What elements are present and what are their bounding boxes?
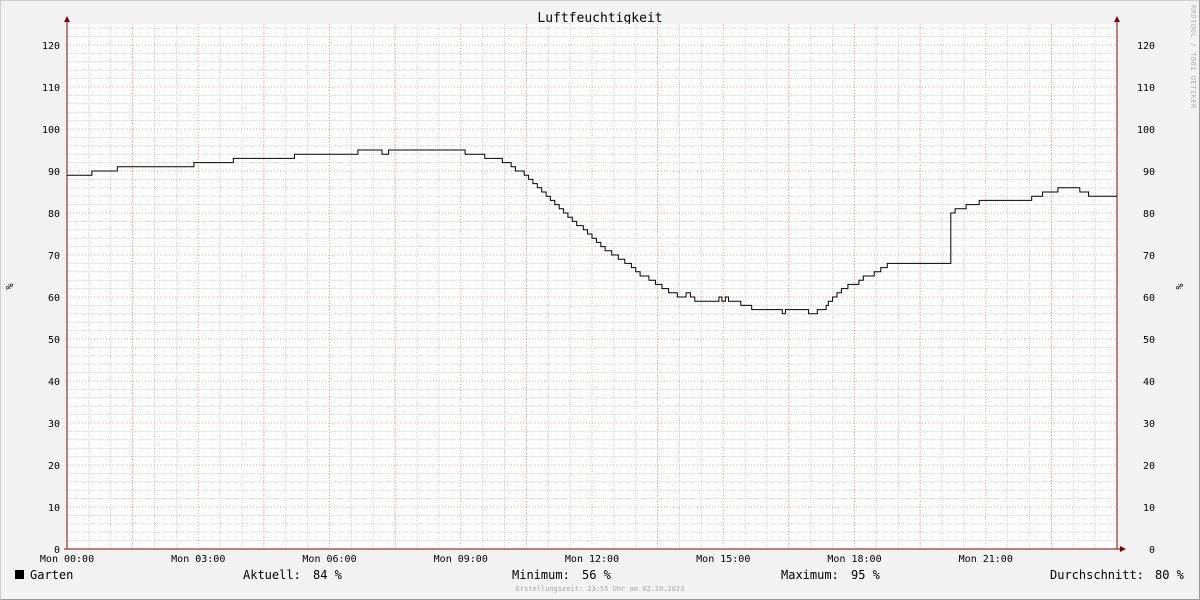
x-tick-label: Mon 15:00 (696, 554, 750, 565)
y-tick-label-left: 100 (42, 125, 60, 136)
x-tick-label: Mon 06:00 (302, 554, 356, 565)
y-tick-label-left: 20 (48, 461, 60, 472)
y-tick-label-left: 120 (42, 41, 60, 52)
x-axis-arrow (1120, 546, 1126, 552)
y-axis-left-arrow (64, 16, 70, 22)
y-tick-label-left: 30 (48, 419, 60, 430)
x-tick-label: Mon 12:00 (565, 554, 619, 565)
y-tick-label-right: 50 (1143, 335, 1155, 346)
x-tick-label: Mon 21:00 (959, 554, 1013, 565)
y-tick-label-left: 50 (48, 335, 60, 346)
y-tick-label-right: 30 (1143, 419, 1155, 430)
legend-min-label: Minimum: (512, 568, 570, 582)
legend-avg-value: 80 % (1155, 568, 1184, 582)
y-tick-label-right: 120 (1137, 41, 1155, 52)
legend-row: Garten Aktuell: 84 % Minimum: 56 % Maxim… (0, 568, 1200, 584)
y-tick-label-right: 60 (1143, 293, 1155, 304)
y-tick-label-right: 110 (1137, 83, 1155, 94)
y-tick-label-right: 90 (1143, 167, 1155, 178)
x-tick-label: Mon 18:00 (827, 554, 881, 565)
y-tick-label-right: 20 (1143, 461, 1155, 472)
y-axis-label-right: % (1175, 283, 1186, 289)
y-axis-right-arrow (1114, 16, 1120, 22)
x-tick-label: Mon 03:00 (171, 554, 225, 565)
legend-current-value: 84 % (313, 568, 342, 582)
y-tick-label-right: 0 (1149, 545, 1155, 556)
y-tick-label-left: 40 (48, 377, 60, 388)
y-tick-label-left: 10 (48, 503, 60, 514)
creation-time-footer: Erstellungszeit: 23:55 Uhr am 02.10.2023 (515, 585, 685, 593)
y-tick-label-left: 70 (48, 251, 60, 262)
y-tick-label-right: 10 (1143, 503, 1155, 514)
y-tick-label-right: 70 (1143, 251, 1155, 262)
legend-avg-label: Durchschnitt: (1050, 568, 1144, 582)
legend-max-label: Maximum: (781, 568, 839, 582)
legend-current-label: Aktuell: (243, 568, 301, 582)
y-tick-label-left: 110 (42, 83, 60, 94)
y-tick-label-right: 80 (1143, 209, 1155, 220)
y-tick-label-left: 60 (48, 293, 60, 304)
legend-min-value: 56 % (582, 568, 611, 582)
y-tick-label-right: 40 (1143, 377, 1155, 388)
y-tick-label-right: 100 (1137, 125, 1155, 136)
y-tick-label-left: 80 (48, 209, 60, 220)
y-tick-label-left: 90 (48, 167, 60, 178)
legend-series-name: Garten (30, 568, 74, 582)
x-tick-label: Mon 00:00 (40, 554, 94, 565)
y-axis-label-left: % (5, 283, 16, 289)
chart-canvas: 0 010 1020 2030 3040 4050 5060 6070 7080 8090 9010… (5, 16, 1186, 565)
x-tick-label: Mon 09:00 (434, 554, 488, 565)
legend-max-value: 95 % (851, 568, 880, 582)
